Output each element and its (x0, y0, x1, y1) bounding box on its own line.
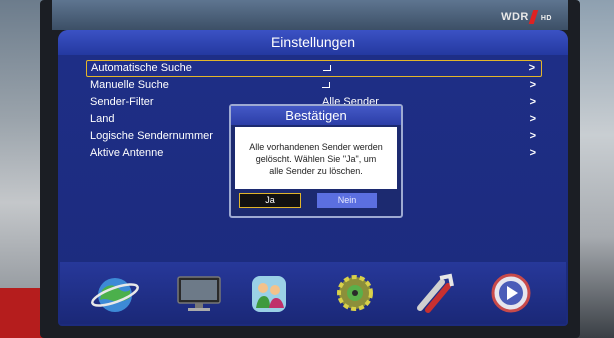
parental-family-icon[interactable] (244, 268, 294, 318)
tools-icon[interactable] (410, 268, 460, 318)
menu-item-label: Automatische Suche (91, 62, 192, 74)
logo-bar-icon (528, 10, 539, 24)
channel-logo: WDR HD (501, 10, 552, 24)
enter-icon (322, 77, 330, 94)
menu-item-label: Logische Sendernummer (90, 130, 213, 142)
dialog-message: Alle vorhandenen Sender werden gelöscht.… (235, 127, 397, 189)
menu-item-automatische-suche[interactable]: Automatische Suche > (86, 60, 542, 77)
channel-logo-text: WDR (501, 10, 529, 23)
hd-badge: HD (540, 14, 552, 22)
dialog-message-line: Alle vorhandenen Sender werden (249, 142, 383, 152)
media-play-icon[interactable] (486, 268, 536, 318)
chevron-right-icon: > (529, 130, 536, 142)
page-title: Einstellungen (58, 30, 568, 55)
dialog-message-line: gelöscht. Wählen Sie "Ja", um (255, 154, 377, 164)
menu-item-label: Land (90, 113, 115, 125)
yes-button[interactable]: Ja (239, 193, 301, 208)
chevron-right-icon: > (529, 96, 536, 108)
dialog-title: Bestätigen (231, 106, 401, 125)
dialog-message-line: alle Sender zu löschen. (269, 166, 363, 176)
chevron-right-icon: > (529, 147, 536, 159)
satellite-globe-icon[interactable] (90, 268, 140, 318)
main-menu-iconbar (60, 262, 566, 324)
tv-picture-top (52, 0, 568, 30)
confirm-dialog: Bestätigen Alle vorhandenen Sender werde… (229, 104, 403, 218)
menu-item-manuelle-suche[interactable]: Manuelle Suche > (86, 77, 542, 94)
chevron-right-icon: > (529, 79, 536, 91)
settings-gear-icon[interactable] (330, 268, 380, 318)
menu-item-label: Manuelle Suche (90, 79, 169, 91)
chevron-right-icon: > (529, 113, 536, 125)
no-button[interactable]: Nein (317, 193, 377, 208)
chevron-right-icon: > (528, 62, 535, 74)
enter-icon (323, 61, 331, 76)
menu-item-label: Aktive Antenne (90, 147, 164, 159)
tv-monitor-icon[interactable] (174, 268, 224, 318)
menu-item-label: Sender-Filter (90, 96, 154, 108)
